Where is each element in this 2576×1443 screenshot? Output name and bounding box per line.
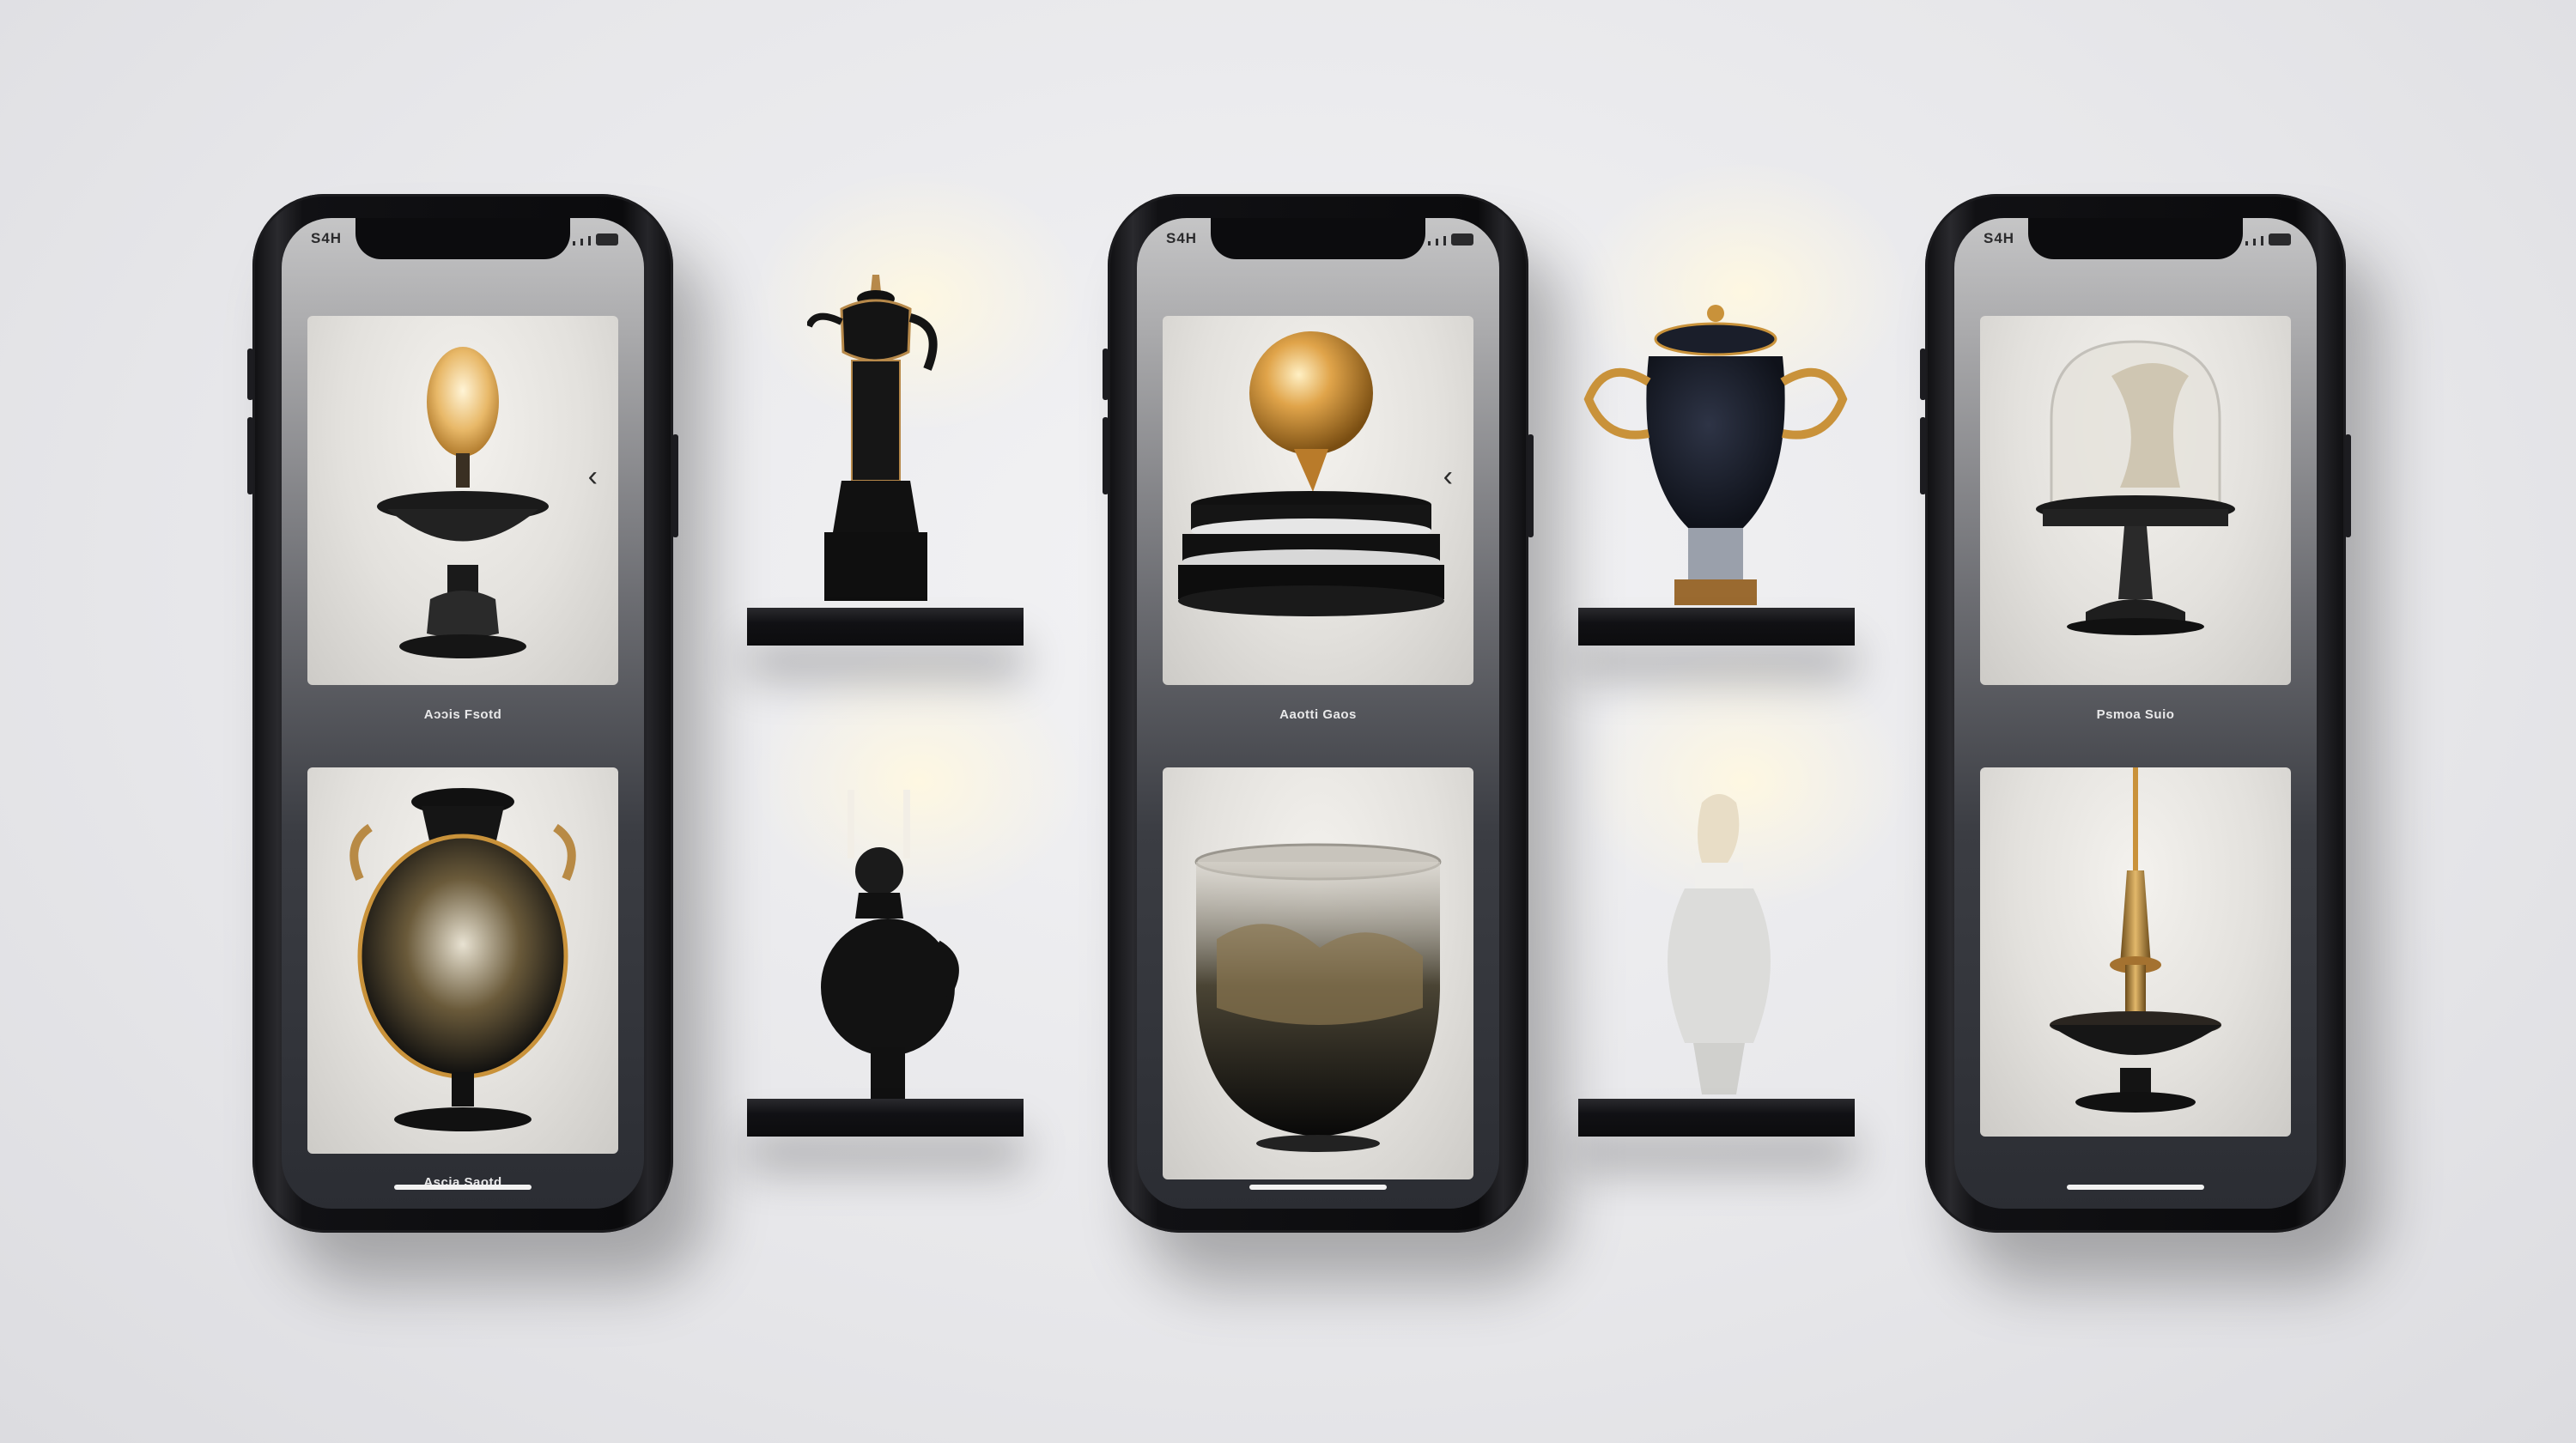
- black-gold-vase-icon: [349, 788, 576, 1131]
- signal-icon: [588, 236, 591, 246]
- volume-button: [1920, 349, 1926, 400]
- volume-button: [247, 417, 253, 494]
- status-time: S4H: [1166, 230, 1198, 246]
- signal-icon: [1443, 236, 1446, 246]
- product-card[interactable]: [1980, 316, 2291, 685]
- phone-2: S4H ‹ Aaotti Gaos: [1103, 194, 1534, 1233]
- chevron-left-icon[interactable]: ‹: [1443, 462, 1453, 491]
- wall-shelf: [747, 608, 1024, 646]
- chevron-left-icon[interactable]: ‹: [588, 462, 598, 491]
- volume-button: [1103, 417, 1109, 494]
- product-card[interactable]: [307, 767, 618, 1154]
- wall-shelf: [1578, 608, 1855, 646]
- trophy-urn-icon: [1583, 305, 1848, 605]
- card-caption: Aaotti Gaos: [1279, 707, 1357, 722]
- power-button: [1528, 434, 1534, 537]
- signal-icon: [2253, 239, 2256, 246]
- signal-icon: [2245, 241, 2248, 246]
- gold-orb-icon: [1178, 331, 1444, 616]
- battery-icon: [596, 233, 618, 246]
- battery-icon: [2269, 233, 2291, 246]
- phone-screen: S4H Psmoa Suio: [1954, 218, 2317, 1209]
- notch: [2028, 218, 2243, 259]
- signal-icon: [2261, 236, 2263, 246]
- teapot-icon: [807, 275, 938, 601]
- glass-dome-icon: [2036, 340, 2235, 635]
- product-card[interactable]: ‹: [307, 316, 618, 685]
- signal-icon: [573, 241, 575, 246]
- volume-button: [1103, 349, 1109, 400]
- glass-bowl-icon: [1194, 843, 1442, 1152]
- status-icons: [1428, 233, 1473, 246]
- product-card[interactable]: ‹: [1163, 316, 1473, 685]
- product-card[interactable]: [1163, 767, 1473, 1179]
- power-button: [2345, 434, 2351, 537]
- wall-shelf: [1578, 1099, 1855, 1137]
- brass-spire-icon: [2050, 767, 2221, 1113]
- phone-1: S4H ‹ Aɔɔis Fsotd Ascia Saotd: [247, 194, 678, 1233]
- home-indicator[interactable]: [1249, 1185, 1387, 1190]
- signal-icon: [1436, 239, 1438, 246]
- status-time: S4H: [311, 230, 343, 246]
- signal-icon: [1428, 241, 1431, 246]
- lamp-urn-icon: [377, 347, 549, 658]
- volume-button: [247, 349, 253, 400]
- phone-screen: S4H: [282, 218, 644, 1209]
- status-time: S4H: [1984, 230, 2015, 246]
- product-card[interactable]: [1980, 767, 2291, 1137]
- home-indicator[interactable]: [394, 1185, 532, 1190]
- phone-3: S4H Psmoa Suio: [1920, 194, 2351, 1233]
- status-icons: [2245, 233, 2291, 246]
- card-caption: Psmoa Suio: [2096, 707, 2175, 722]
- status-icons: [573, 233, 618, 246]
- home-indicator[interactable]: [2067, 1185, 2204, 1190]
- notch: [1211, 218, 1425, 259]
- mockup-scene: S4H ‹ Aɔɔis Fsotd Ascia Saotd S4H ‹ Aaot…: [0, 0, 2576, 1443]
- power-button: [672, 434, 678, 537]
- battery-icon: [1451, 233, 1473, 246]
- volume-button: [1920, 417, 1926, 494]
- signal-icon: [580, 239, 583, 246]
- wall-shelf: [747, 1099, 1024, 1137]
- phone-screen: S4H: [1137, 218, 1499, 1209]
- notch: [355, 218, 570, 259]
- small-vase-candles-icon: [821, 790, 959, 1099]
- card-caption: Aɔɔis Fsotd: [423, 707, 502, 722]
- white-vase-figurine-icon: [1668, 794, 1771, 1094]
